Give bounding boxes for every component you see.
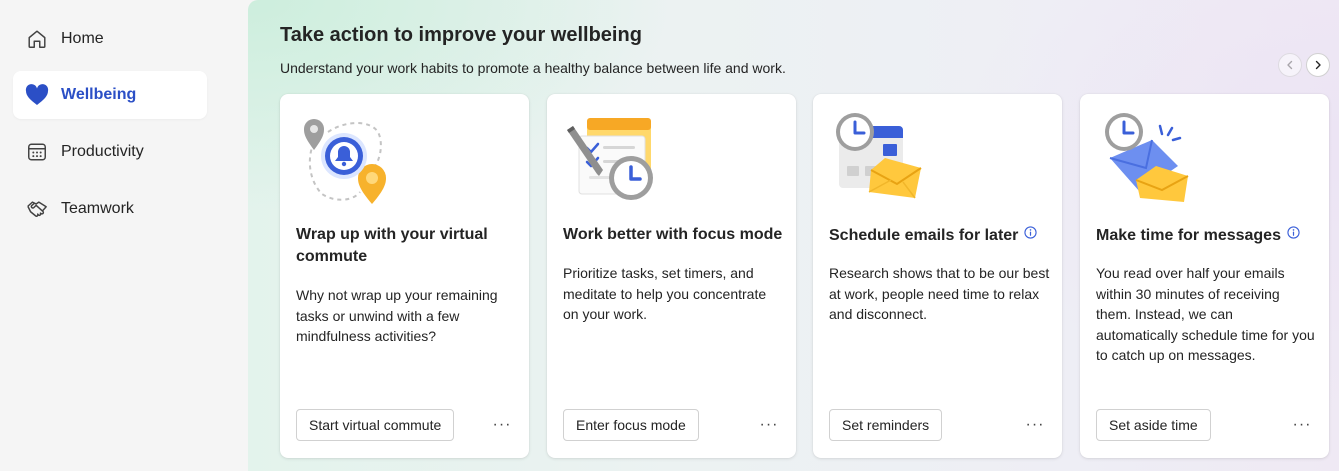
- card-description: Research shows that to be our best at wo…: [829, 265, 1050, 322]
- card-title: Make time for messages: [1096, 224, 1316, 247]
- heart-icon: [25, 83, 49, 107]
- home-icon: [25, 27, 49, 51]
- card-title: Schedule emails for later: [829, 224, 1049, 247]
- card-virtual-commute: Wrap up with your virtual commute Why no…: [280, 94, 529, 458]
- card-schedule-emails: Schedule emails for later Research shows…: [813, 94, 1062, 458]
- messages-illustration: [1105, 113, 1189, 202]
- card-description: You read over half your emails within 30…: [1096, 265, 1315, 363]
- chevron-left-icon: [1287, 60, 1293, 70]
- card-focus-mode: Work better with focus mode Prioritize t…: [547, 94, 796, 458]
- schedule-email-illustration: [836, 113, 922, 199]
- sidebar-item-wellbeing[interactable]: Wellbeing: [13, 71, 207, 119]
- sidebar-item-label: Home: [61, 30, 104, 47]
- card-title-text: Make time for messages: [1096, 227, 1281, 244]
- set-reminders-button[interactable]: Set reminders: [829, 409, 943, 441]
- carousel-prev-button[interactable]: [1278, 53, 1302, 77]
- sidebar-item-teamwork[interactable]: Teamwork: [13, 185, 207, 233]
- info-icon[interactable]: [1024, 224, 1038, 246]
- card-title: Work better with focus mode: [563, 226, 783, 243]
- more-options-icon[interactable]: ···: [758, 415, 780, 435]
- calendar-icon: [25, 140, 49, 164]
- sidebar-item-label: Productivity: [61, 143, 144, 160]
- sidebar-item-label: Teamwork: [61, 200, 134, 217]
- more-options-icon[interactable]: ···: [491, 415, 513, 435]
- carousel-next-button[interactable]: [1306, 53, 1330, 77]
- chevron-right-icon: [1315, 60, 1321, 70]
- page-subtitle: Understand your work habits to promote a…: [280, 60, 786, 76]
- info-icon[interactable]: [1287, 224, 1300, 246]
- sidebar-item-productivity[interactable]: Productivity: [13, 128, 207, 176]
- card-description: Prioritize tasks, set timers, and medita…: [563, 265, 767, 322]
- focus-illustration: [567, 118, 653, 200]
- start-virtual-commute-button[interactable]: Start virtual commute: [296, 409, 455, 441]
- card-description: Why not wrap up your remaining tasks or …: [296, 287, 498, 344]
- more-options-icon[interactable]: ···: [1291, 415, 1313, 435]
- commute-illustration: [304, 119, 386, 204]
- handshake-icon: [25, 197, 49, 221]
- main-panel: Take action to improve your wellbeing Un…: [248, 0, 1339, 471]
- enter-focus-mode-button[interactable]: Enter focus mode: [563, 409, 699, 441]
- card-title: Wrap up with your virtual commute: [296, 226, 488, 265]
- set-aside-time-button[interactable]: Set aside time: [1096, 409, 1211, 441]
- page-title: Take action to improve your wellbeing: [280, 24, 642, 46]
- sidebar: Home Wellbeing Productivity Teamwork: [0, 0, 248, 471]
- sidebar-item-home[interactable]: Home: [13, 15, 207, 63]
- card-title-text: Schedule emails for later: [829, 227, 1019, 244]
- more-options-icon[interactable]: ···: [1024, 415, 1046, 435]
- sidebar-item-label: Wellbeing: [61, 86, 137, 103]
- card-make-time-messages: Make time for messages You read over hal…: [1080, 94, 1329, 458]
